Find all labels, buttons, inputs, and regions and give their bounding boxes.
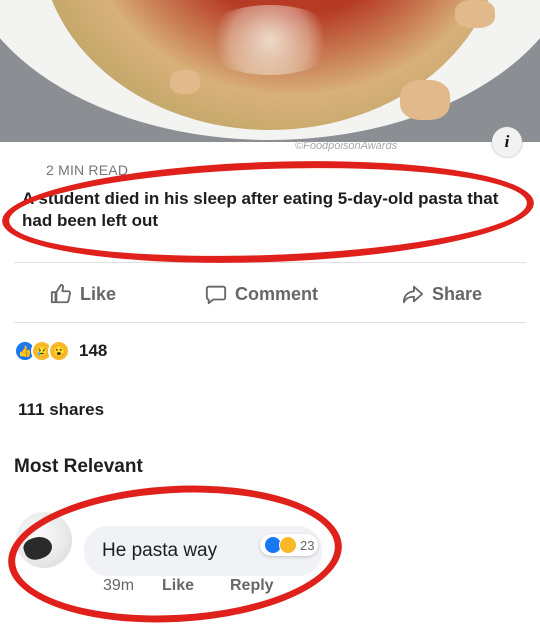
- divider: [14, 262, 526, 263]
- post-headline[interactable]: A student died in his sleep after eating…: [22, 188, 502, 232]
- comment-text: He pasta way: [102, 540, 218, 561]
- comment-reply-link[interactable]: Reply: [230, 577, 274, 595]
- image-watermark: ©FoodpoisonAwards: [295, 140, 398, 152]
- chicken-piece: [455, 0, 495, 28]
- post-image[interactable]: [0, 0, 540, 142]
- reaction-count: 148: [79, 341, 108, 360]
- divider: [14, 322, 526, 323]
- avatar[interactable]: [16, 512, 72, 568]
- avatar-hair: [21, 532, 55, 564]
- share-button[interactable]: Share: [402, 282, 482, 306]
- chicken-piece: [400, 80, 450, 120]
- reaction-summary[interactable]: 👍 😢 😮 148: [14, 340, 107, 362]
- info-icon[interactable]: i: [492, 127, 522, 157]
- comment-label: Comment: [235, 283, 319, 304]
- like-label: Like: [80, 283, 117, 304]
- wow-icon: 😮: [48, 340, 70, 362]
- read-time: 2 MIN READ: [46, 162, 129, 178]
- comment-time[interactable]: 39m: [103, 577, 134, 595]
- haha-icon: [279, 536, 297, 554]
- comment-reaction-count: 23: [300, 537, 315, 553]
- comment-like-link[interactable]: Like: [162, 577, 194, 595]
- share-label: Share: [432, 283, 483, 304]
- speech-bubble-icon: [205, 285, 227, 305]
- parmesan-cheese: [200, 5, 340, 75]
- comment-filter[interactable]: Most Relevant: [14, 456, 143, 478]
- comment-reactions[interactable]: 23: [260, 534, 319, 556]
- share-count[interactable]: 111 shares: [18, 400, 104, 420]
- chicken-piece: [170, 70, 200, 94]
- share-arrow-icon: [402, 285, 424, 304]
- comment-button[interactable]: Comment: [205, 282, 318, 306]
- thumbs-up-icon: [50, 283, 71, 304]
- like-button[interactable]: Like: [50, 282, 116, 306]
